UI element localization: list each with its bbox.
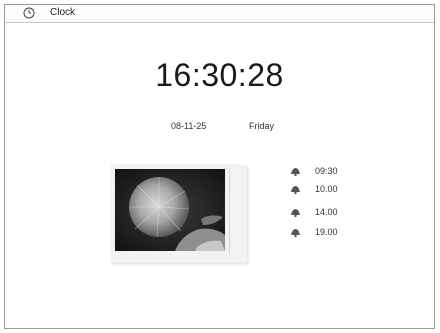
alarm-item[interactable]: 19.00 — [289, 225, 338, 239]
clock-window: Clock 16:30:28 08-11-25 Friday 09:30 10.… — [4, 4, 435, 329]
title-bar: Clock — [5, 5, 434, 23]
bell-icon — [291, 209, 300, 218]
photo-divider — [229, 169, 230, 255]
photo-frame — [111, 165, 247, 263]
alarm-time: 14.00 — [315, 207, 338, 217]
alarm-time: 19.00 — [315, 227, 338, 237]
bell-icon — [291, 168, 300, 177]
alarm-time: 09:30 — [315, 166, 338, 176]
alarm-item[interactable]: 10.00 — [289, 182, 338, 196]
current-day: Friday — [249, 121, 275, 131]
window-title: Clock — [50, 7, 76, 18]
bell-icon — [291, 229, 300, 238]
current-time: 16:30:28 — [155, 57, 284, 93]
alarm-item[interactable]: 14.00 — [289, 205, 338, 219]
sunflower-photo — [115, 169, 225, 251]
alarm-time: 10.00 — [315, 184, 338, 194]
alarm-item[interactable]: 09:30 — [289, 164, 338, 178]
bell-icon — [291, 186, 300, 195]
clock-icon — [23, 7, 35, 19]
current-date: 08-11-25 — [171, 121, 207, 131]
